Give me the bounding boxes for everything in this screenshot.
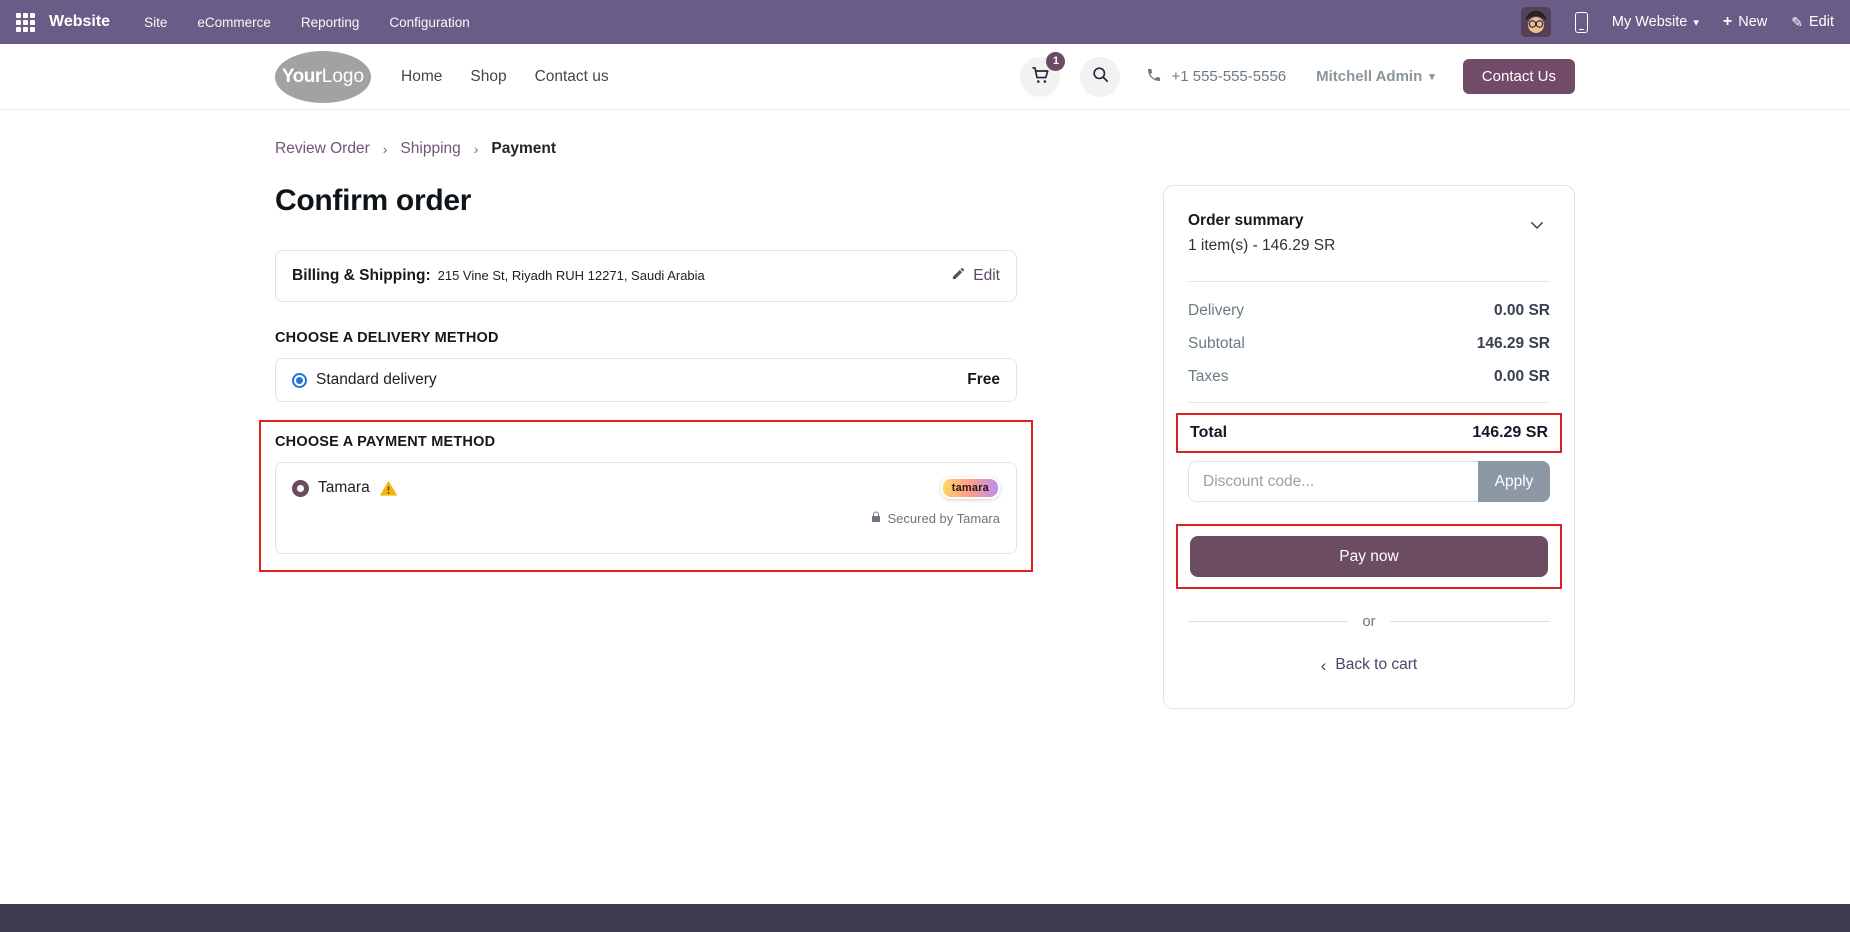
collapse-chevron-icon[interactable] xyxy=(1524,212,1550,243)
breadcrumb-separator-icon: › xyxy=(383,141,388,157)
search-button[interactable] xyxy=(1080,57,1120,97)
website-switcher[interactable]: My Website ▾ xyxy=(1612,14,1699,30)
breadcrumb: Review Order › Shipping › Payment xyxy=(275,140,1017,158)
user-menu[interactable]: Mitchell Admin ▾ xyxy=(1316,68,1435,85)
order-summary-card: Order summary 1 item(s) - 146.29 SR Deli… xyxy=(1163,185,1575,709)
topbar-menu-configuration[interactable]: Configuration xyxy=(389,15,469,30)
payment-method-heading: CHOOSE A PAYMENT METHOD xyxy=(275,434,1017,450)
pencil-icon: ✎ xyxy=(1791,14,1803,31)
delivery-option-standard[interactable]: Standard delivery Free xyxy=(275,358,1017,402)
summary-row-taxes: Taxes 0.00 SR xyxy=(1188,368,1550,386)
phone-number: +1 555-555-5556 xyxy=(1171,68,1286,85)
pay-now-button[interactable]: Pay now xyxy=(1190,536,1548,577)
payment-option-label: Tamara xyxy=(318,479,370,497)
apps-grid-icon[interactable] xyxy=(16,13,35,32)
summary-divider xyxy=(1188,402,1550,403)
topbar-menu-site[interactable]: Site xyxy=(144,15,167,30)
breadcrumb-separator-icon: › xyxy=(474,141,479,157)
back-to-cart-link[interactable]: ‹ Back to cart xyxy=(1188,656,1550,674)
billing-address: 215 Vine St, Riyadh RUH 12271, Saudi Ara… xyxy=(438,268,705,283)
page-title: Confirm order xyxy=(275,184,1017,218)
pay-now-highlight-box: Pay now xyxy=(1176,524,1562,589)
billing-label: Billing & Shipping: xyxy=(292,267,431,285)
user-avatar[interactable] xyxy=(1521,7,1551,37)
topbar-menu-reporting[interactable]: Reporting xyxy=(301,15,360,30)
nav-contact-us[interactable]: Contact us xyxy=(535,68,609,86)
breadcrumb-current-payment: Payment xyxy=(491,140,556,158)
or-divider: or xyxy=(1188,613,1550,630)
plus-icon: + xyxy=(1723,14,1732,30)
delivery-option-label: Standard delivery xyxy=(316,371,437,389)
order-summary-title: Order summary xyxy=(1188,212,1335,230)
payment-section-highlight-box: CHOOSE A PAYMENT METHOD Tamara tamara xyxy=(259,420,1033,572)
breadcrumb-link-shipping[interactable]: Shipping xyxy=(400,140,460,158)
search-icon xyxy=(1091,65,1110,89)
caret-down-icon: ▾ xyxy=(1429,70,1435,83)
footer-bar xyxy=(0,904,1850,932)
lock-icon xyxy=(870,511,882,526)
payment-option-tamara[interactable]: Tamara tamara xyxy=(275,462,1017,554)
mobile-preview-icon[interactable] xyxy=(1575,12,1588,33)
nav-shop[interactable]: Shop xyxy=(470,68,506,86)
caret-down-icon: ▾ xyxy=(1693,16,1699,29)
discount-code-input[interactable] xyxy=(1188,461,1478,502)
edit-address-button[interactable]: Edit xyxy=(951,266,1000,286)
apply-button[interactable]: Apply xyxy=(1478,461,1550,502)
standard-delivery-radio[interactable] xyxy=(292,373,307,388)
summary-row-subtotal: Subtotal 146.29 SR xyxy=(1188,335,1550,353)
header-phone[interactable]: +1 555-555-5556 xyxy=(1146,67,1286,87)
billing-shipping-card: Billing & Shipping: 215 Vine St, Riyadh … xyxy=(275,250,1017,302)
pencil-icon xyxy=(951,266,966,286)
breadcrumb-link-review-order[interactable]: Review Order xyxy=(275,140,370,158)
delivery-price: Free xyxy=(967,371,1000,389)
cart-badge: 1 xyxy=(1046,52,1065,71)
total-value: 146.29 SR xyxy=(1472,424,1548,442)
order-summary-items-line: 1 item(s) - 146.29 SR xyxy=(1188,237,1335,255)
new-button[interactable]: + New xyxy=(1723,14,1767,30)
total-label: Total xyxy=(1190,424,1227,442)
delivery-method-heading: CHOOSE A DELIVERY METHOD xyxy=(275,330,1017,346)
topbar-menu-ecommerce[interactable]: eCommerce xyxy=(197,15,271,30)
summary-row-delivery: Delivery 0.00 SR xyxy=(1188,302,1550,320)
topbar-brand-website[interactable]: Website xyxy=(49,13,110,31)
contact-us-button[interactable]: Contact Us xyxy=(1463,59,1575,94)
tamara-provider-badge: tamara xyxy=(941,477,1000,499)
warning-icon xyxy=(380,481,397,496)
secured-by-note: Secured by Tamara xyxy=(888,511,1001,526)
site-logo[interactable]: YourLogo xyxy=(275,51,371,103)
phone-icon xyxy=(1146,67,1162,87)
site-header: YourLogo Home Shop Contact us 1 xyxy=(0,44,1850,110)
edit-button[interactable]: ✎ Edit xyxy=(1791,14,1834,31)
back-chevron-icon: ‹ xyxy=(1321,657,1327,674)
summary-divider xyxy=(1188,281,1550,282)
cart-button[interactable]: 1 xyxy=(1020,57,1060,97)
admin-topbar: Website Site eCommerce Reporting Configu… xyxy=(0,0,1850,44)
main-nav: Home Shop Contact us xyxy=(401,68,609,86)
total-highlight-box: Total 146.29 SR xyxy=(1176,413,1562,453)
nav-home[interactable]: Home xyxy=(401,68,442,86)
tamara-radio[interactable] xyxy=(292,480,309,497)
